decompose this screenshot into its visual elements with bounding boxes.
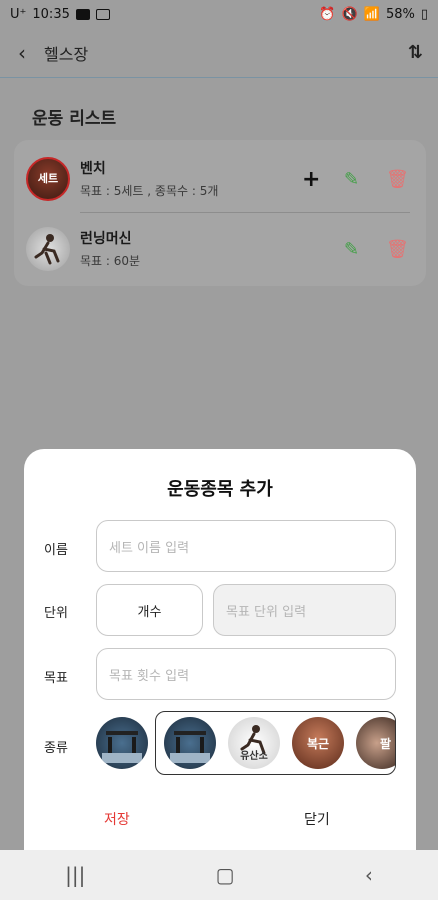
dialog-title: 운동종목 추가 — [167, 479, 273, 500]
type-option-label: 복근 — [306, 737, 330, 751]
sort-icon[interactable]: ⇅ — [408, 42, 423, 63]
wifi-icon: 📶 — [363, 6, 380, 22]
recents-icon[interactable]: ||| — [65, 863, 85, 887]
goal-input[interactable]: 목표 횟수 입력 — [96, 648, 396, 700]
carrier-label: U⁺ — [10, 6, 27, 22]
section-title: 운동 리스트 — [32, 109, 117, 129]
battery-level: 58% — [385, 6, 415, 22]
mute-icon: 🔇 — [341, 6, 358, 22]
type-option-label: 팔 — [380, 737, 392, 751]
selected-type-thumb — [96, 717, 148, 769]
divider — [80, 212, 410, 213]
type-option-label: 유산소 — [240, 751, 268, 762]
close-button[interactable]: 닫기 — [304, 809, 330, 829]
exercise-detail: 목표 : 5세트 , 종목수 : 5개 — [80, 184, 219, 198]
goal-label: 목표 — [44, 671, 68, 686]
system-nav-bar: ||| ▢ ‹ — [0, 850, 438, 900]
type-option-cardio[interactable]: 유산소 — [228, 717, 280, 769]
list-item-bench[interactable]: 세트 벤치 목표 : 5세트 , 종목수 : 5개 + ✎ 🗑 — [14, 144, 426, 214]
app-bar: ‹ 헬스장 ⇅ — [0, 28, 438, 78]
alarm-icon: ⏰ — [319, 6, 336, 22]
type-label: 종류 — [44, 741, 68, 756]
edit-icon[interactable]: ✎ — [344, 169, 359, 190]
exercise-name: 런닝머신 — [80, 231, 132, 247]
add-exercise-dialog: 운동종목 추가 이름 세트 이름 입력 단위 개수 목표 단위 입력 목표 목표… — [24, 449, 416, 859]
status-time: 10:35 — [32, 6, 70, 22]
exercise-detail: 목표 : 60분 — [80, 254, 141, 268]
runner-icon — [34, 234, 60, 265]
exercise-name: 벤치 — [80, 161, 106, 177]
unit-input[interactable]: 목표 단위 입력 — [213, 584, 396, 636]
home-icon[interactable]: ▢ — [216, 863, 235, 887]
type-carousel[interactable]: 유산소 복근 팔 — [155, 711, 396, 775]
add-icon[interactable]: + — [302, 167, 320, 192]
unit-select[interactable]: 개수 — [96, 584, 203, 636]
delete-icon[interactable]: 🗑 — [386, 239, 409, 260]
delete-icon[interactable]: 🗑 — [386, 169, 409, 190]
youtube-icon — [75, 8, 90, 20]
save-button[interactable]: 저장 — [104, 809, 130, 829]
exercise-avatar — [26, 227, 70, 271]
type-option-arm[interactable]: 팔 — [356, 717, 395, 769]
battery-icon: ▯ — [420, 6, 428, 22]
list-item-treadmill[interactable]: 런닝머신 목표 : 60분 ✎ 🗑 — [14, 214, 426, 284]
type-option-abs[interactable]: 복근 — [292, 717, 344, 769]
status-bar: U⁺ 10:35 ⏰ 🔇 📶 58% ▯ — [0, 0, 438, 28]
back-icon[interactable]: ‹ — [18, 41, 40, 65]
unit-label: 단위 — [44, 606, 68, 621]
edit-icon[interactable]: ✎ — [344, 239, 359, 260]
name-label: 이름 — [44, 543, 68, 558]
avatar-label: 세트 — [37, 172, 59, 185]
back-nav-icon[interactable]: ‹ — [365, 863, 373, 887]
exercise-list: 세트 벤치 목표 : 5세트 , 종목수 : 5개 + ✎ 🗑 런닝머신 목표 … — [14, 140, 426, 286]
page-title: 헬스장 — [44, 44, 89, 64]
name-input[interactable]: 세트 이름 입력 — [96, 520, 396, 572]
type-option-set[interactable] — [164, 717, 216, 769]
gym-icon — [102, 731, 142, 763]
gallery-icon — [95, 8, 110, 20]
exercise-avatar: 세트 — [26, 157, 70, 201]
gym-icon — [170, 731, 210, 763]
